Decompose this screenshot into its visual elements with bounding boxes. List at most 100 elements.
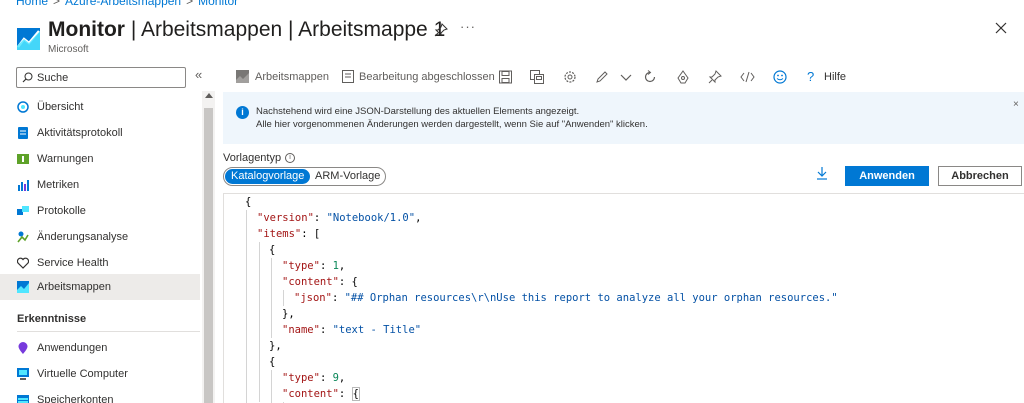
applications-icon [18, 342, 28, 354]
code-line: "content": { [282, 276, 358, 288]
code-line: }, [269, 340, 282, 352]
sidebar-item-metrics[interactable]: Metriken [0, 172, 200, 198]
pin-icon[interactable] [434, 23, 448, 37]
sidebar: « Übersicht Aktivitätsprotokoll Warnunge… [0, 62, 215, 403]
indent-guide [271, 370, 272, 403]
section-heading-insights: Erkenntnisse [17, 313, 87, 325]
sidebar-item-change-analysis[interactable]: Änderungsanalyse [0, 224, 200, 250]
breadcrumb-azure-workbooks[interactable]: Azure-Arbeitsmappen [65, 0, 181, 8]
code-line: "content": { [282, 387, 360, 401]
save-icon[interactable] [499, 69, 512, 85]
page-title: Monitor | Arbeitsmappen | Arbeitsmappe 1 [48, 18, 446, 41]
feedback-smiley-icon[interactable] [773, 69, 787, 85]
breadcrumb: Home > Azure-Arbeitsmappen > Monitor [16, 0, 238, 8]
change-analysis-icon [17, 231, 29, 243]
info-banner: i Nachstehend wird eine JSON-Darstellung… [223, 92, 1024, 144]
sidebar-item-storage-accounts[interactable]: Speicherkonten [0, 387, 200, 403]
alerts-icon [17, 154, 29, 164]
scroll-up-arrow-icon[interactable] [205, 93, 213, 98]
sidebar-item-label: Service Health [37, 257, 109, 269]
breadcrumb-separator: > [53, 0, 61, 8]
sidebar-item-label: Metriken [37, 179, 80, 191]
info-icon[interactable]: i [285, 153, 295, 163]
apply-button[interactable]: Anwenden [845, 166, 929, 186]
sidebar-item-overview[interactable]: Übersicht [0, 94, 200, 120]
code-line: "name": "text - Title" [282, 324, 422, 336]
monitor-logo-icon [17, 28, 40, 50]
code-icon[interactable] [740, 69, 755, 85]
close-icon[interactable] [994, 21, 1008, 35]
editing-done-icon [342, 70, 354, 83]
edit-icon[interactable] [595, 69, 609, 85]
metrics-icon [18, 180, 29, 191]
collapse-sidebar-icon[interactable]: « [195, 67, 202, 82]
code-line: "json": "## Orphan resources\r\nUse this… [294, 292, 838, 304]
option-gallery-template[interactable]: Katalogvorlage [225, 169, 311, 184]
download-icon[interactable] [816, 166, 828, 180]
sidebar-item-label: Speicherkonten [37, 394, 114, 403]
template-type-label: Vorlagentyp [223, 152, 282, 164]
sidebar-item-label: Änderungsanalyse [37, 231, 129, 243]
sidebar-item-label: Arbeitsmappen [37, 281, 111, 293]
banner-text-line-2: Alle hier vorgenommenen Änderungen werde… [256, 119, 648, 130]
template-type-toggle: Katalogvorlage ARM-Vorlage [223, 167, 386, 186]
divider [17, 331, 200, 332]
banner-close-icon[interactable]: × [1013, 99, 1019, 110]
code-line: "type": 1, [282, 260, 346, 272]
indent-guide [271, 258, 272, 338]
search-icon [22, 72, 33, 83]
search-input[interactable] [37, 70, 177, 85]
virtual-machines-icon [17, 368, 29, 380]
sidebar-item-label: Protokolle [37, 205, 86, 217]
workbooks-icon [236, 70, 249, 83]
page-header: Monitor | Arbeitsmappen | Arbeitsmappe 1… [0, 14, 1024, 62]
page-subtitle: Microsoft [48, 44, 89, 55]
sidebar-item-virtual-machines[interactable]: Virtuelle Computer [0, 361, 200, 387]
banner-text-line-1: Nachstehend wird eine JSON-Darstellung d… [256, 106, 580, 117]
sidebar-item-service-health[interactable]: Service Health [0, 250, 200, 276]
breadcrumb-home[interactable]: Home [16, 0, 48, 8]
chevron-down-icon[interactable] [620, 69, 632, 85]
overview-icon [17, 101, 29, 113]
share-icon[interactable] [676, 69, 690, 85]
save-as-icon[interactable] [530, 69, 544, 85]
code-line: "items": [ [257, 228, 321, 240]
indent-guide [259, 242, 260, 402]
activity-log-icon [18, 127, 28, 139]
code-line: "type": 9, [282, 372, 346, 384]
sidebar-scrollbar-thumb[interactable] [204, 108, 213, 403]
indent-guide [283, 290, 284, 306]
help-question-icon: ? [807, 69, 815, 84]
code-line: { [269, 356, 276, 368]
sidebar-item-activity-log[interactable]: Aktivitätsprotokoll [0, 120, 200, 146]
code-line: { [269, 244, 276, 256]
sidebar-item-label: Virtuelle Computer [37, 368, 128, 380]
sidebar-item-logs[interactable]: Protokolle [0, 198, 200, 224]
breadcrumb-monitor[interactable]: Monitor [198, 0, 238, 8]
sidebar-item-workbooks[interactable]: Arbeitsmappen [0, 274, 200, 300]
code-line: "version": "Notebook/1.0", [257, 212, 422, 224]
sidebar-item-label: Übersicht [37, 101, 84, 113]
indent-guide [246, 210, 247, 403]
search-box[interactable] [16, 67, 186, 88]
pin-icon[interactable] [708, 69, 722, 85]
more-options-icon[interactable]: ··· [460, 19, 476, 34]
refresh-icon[interactable] [643, 69, 657, 85]
sidebar-item-label: Warnungen [37, 153, 94, 165]
json-editor[interactable]: { "version": "Notebook/1.0", "items": [ … [223, 193, 1024, 403]
storage-accounts-icon [17, 395, 29, 403]
sidebar-item-label: Anwendungen [37, 342, 108, 354]
settings-icon[interactable] [563, 69, 577, 85]
logs-icon [17, 206, 29, 215]
breadcrumb-separator: > [186, 0, 194, 8]
sidebar-item-alerts[interactable]: Warnungen [0, 146, 200, 172]
sidebar-item-label: Aktivitätsprotokoll [37, 127, 123, 139]
cancel-button[interactable]: Abbrechen [938, 166, 1022, 186]
sidebar-item-applications[interactable]: Anwendungen [0, 335, 200, 361]
option-arm-template[interactable]: ARM-Vorlage [309, 169, 386, 184]
code-line: }, [282, 308, 295, 320]
info-icon: i [236, 106, 249, 119]
workbooks-icon [17, 281, 29, 293]
code-line: { [245, 196, 252, 208]
service-health-icon [17, 257, 29, 269]
